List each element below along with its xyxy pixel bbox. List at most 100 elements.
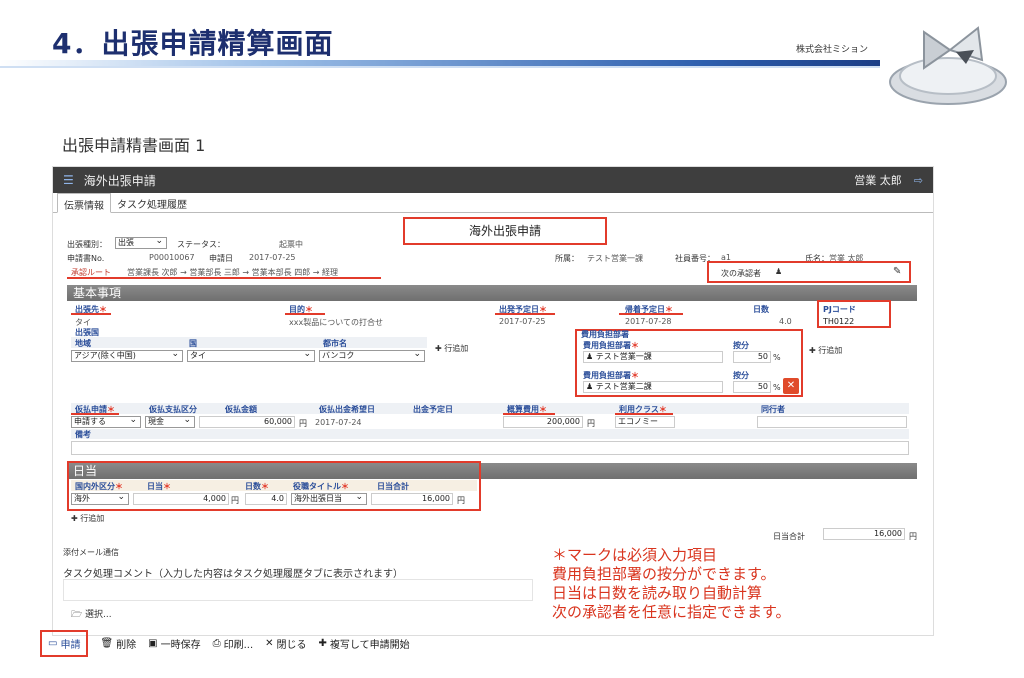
mail-label: 添付メール通信: [63, 548, 119, 557]
copy-start-button[interactable]: ✚ 複写して申請開始: [319, 636, 410, 651]
remarks-label: 備考: [75, 430, 91, 439]
advance-select[interactable]: 申請する: [71, 415, 141, 428]
cost-dept-label-2: 費用負担部署＊: [583, 371, 639, 380]
daily-days-label: 日数＊: [245, 482, 269, 491]
daily-title-label: 役職タイトル＊: [293, 482, 349, 491]
comment-field[interactable]: [63, 579, 533, 601]
advance-yen: 円: [299, 419, 307, 428]
daily-rate-yen: 円: [231, 496, 239, 505]
annotation-note: ＊マークは必須入力項目 費用負担部署の按分ができます。 日当は日数を読み取り自動…: [552, 546, 791, 622]
country-select[interactable]: タイ: [187, 349, 315, 362]
route-underline: [67, 277, 381, 279]
withdraw-date-label: 出金予定日: [413, 405, 453, 414]
select-file-button[interactable]: 🗁 選択...: [71, 607, 112, 623]
advance-amount-field[interactable]: 60,000: [199, 416, 295, 428]
tab-task-history[interactable]: タスク処理履歴: [111, 193, 193, 212]
bottom-toolbar: ▭ 申請 🗑 削除 ▣ 一時保存 ⎙ 印刷... ✕ 閉じる ✚ 複写して申請開始: [40, 630, 422, 657]
note-line-2: 費用負担部署の按分ができます。: [552, 565, 776, 583]
person-icon: ♟: [775, 267, 783, 276]
app-no-value: P00010067: [149, 253, 195, 262]
user-name: 営業 太郎: [854, 174, 902, 187]
return-value[interactable]: 2017-07-28: [625, 317, 672, 326]
cost-header: 費用負担部署: [581, 330, 629, 339]
country-col: 国: [189, 339, 197, 348]
budget-field[interactable]: 200,000: [503, 416, 583, 428]
daily-type-select[interactable]: 海外: [71, 492, 129, 505]
city-col: 都市名: [323, 339, 347, 348]
menu-icon[interactable]: ☰: [63, 173, 74, 187]
region-select[interactable]: アジア(除く中国): [71, 349, 183, 362]
purpose-underline: [285, 313, 325, 315]
delete-button[interactable]: 🗑 削除: [100, 636, 136, 651]
app-titlebar: ☰ 海外出張申請 営業 太郎 ⇨: [53, 167, 933, 193]
grand-total-label: 日当合計: [773, 532, 805, 541]
app-date-value: 2017-07-25: [249, 253, 296, 262]
remarks-header-row: [71, 429, 909, 439]
apply-button[interactable]: ▭ 申請: [40, 630, 89, 657]
note-line-1: ＊マークは必須入力項目: [552, 546, 718, 564]
remove-row-button[interactable]: ✕: [783, 378, 799, 394]
status-label: ステータス：: [177, 240, 225, 249]
ratio-field-1[interactable]: 50: [733, 351, 771, 363]
purpose-value[interactable]: xxx製品についての打合せ: [289, 317, 383, 328]
advance-method-label: 仮払支払区分: [149, 405, 197, 414]
company-logo-icon: [889, 26, 1007, 105]
close-icon: ✕: [265, 638, 274, 649]
city-select[interactable]: バンコク: [319, 349, 425, 362]
percent-1: %: [773, 353, 781, 362]
header-band-line: [0, 66, 880, 68]
app-no-label: 申請書No.: [67, 254, 105, 263]
daily-title-select[interactable]: 海外出張日当: [291, 492, 367, 505]
app-date-label: 申請日: [209, 254, 233, 263]
advance-date-label: 仮払出金希望日: [319, 405, 375, 414]
comment-label: タスク処理コメント（入力した内容はタスク処理履歴タブに表示されます）: [63, 569, 403, 580]
ratio-field-2[interactable]: 50: [733, 381, 771, 393]
add-row-region[interactable]: ✚ 行追加: [435, 343, 468, 354]
tab-bar: 伝票情報 タスク処理履歴: [53, 193, 933, 213]
cost-dept-field-1[interactable]: ♟ テスト営業一課: [583, 351, 723, 363]
depart-value[interactable]: 2017-07-25: [499, 317, 546, 326]
cost-dept-field-2[interactable]: ♟ テスト営業二課: [583, 381, 723, 393]
class-field[interactable]: エコノミー: [615, 416, 675, 428]
form-title: 海外出張申請: [403, 217, 607, 245]
daily-total-yen: 円: [457, 496, 465, 505]
print-button[interactable]: ⎙ 印刷...: [213, 636, 254, 651]
daily-header-row: [71, 480, 477, 491]
add-row-daily[interactable]: ✚ 行追加: [71, 513, 104, 524]
save-temp-button[interactable]: ▣ 一時保存: [148, 636, 200, 651]
trip-type-select[interactable]: 出張: [115, 236, 167, 249]
remarks-field[interactable]: [71, 441, 909, 455]
daily-total-field: 16,000: [371, 493, 453, 505]
next-approver-label: 次の承認者: [721, 269, 761, 278]
daily-type-label: 国内外区分＊: [75, 482, 123, 491]
budget-yen: 円: [587, 419, 595, 428]
daily-rate-field[interactable]: 4,000: [133, 493, 229, 505]
tab-voucher-info[interactable]: 伝票情報: [57, 193, 111, 213]
eraser-icon[interactable]: ✎: [893, 266, 901, 277]
status-value: 起票中: [279, 240, 303, 249]
daily-total-label: 日当合計: [377, 482, 409, 491]
days-label: 日数: [753, 305, 769, 314]
pj-code-value[interactable]: TH0122: [823, 317, 854, 326]
depart-underline: [495, 313, 555, 315]
ratio-label-2: 按分: [733, 371, 749, 380]
screen-subtitle: 出張申請精書画面 1: [62, 136, 206, 155]
grand-total-yen: 円: [909, 532, 917, 541]
plus-icon: ✚: [318, 638, 327, 649]
add-row-cost[interactable]: ✚ 行追加: [809, 345, 842, 356]
return-underline: [619, 313, 683, 315]
trash-icon: 🗑: [100, 638, 114, 649]
dest-underline: [71, 313, 111, 315]
region-col: 地域: [75, 339, 91, 348]
daily-days-field[interactable]: 4.0: [245, 493, 287, 505]
basic-section-header: 基本事項: [67, 285, 917, 301]
advance-date-value[interactable]: 2017-07-24: [315, 418, 362, 427]
window-title: 海外出張申請: [83, 173, 156, 188]
dept-label: 所属：: [555, 254, 579, 263]
app-window: ☰ 海外出張申請 営業 太郎 ⇨ 伝票情報 タスク処理履歴 海外出張申請 出張種…: [52, 166, 934, 636]
close-button[interactable]: ✕ 閉じる: [265, 636, 306, 651]
advance-method-select[interactable]: 現金: [145, 415, 195, 428]
companion-field[interactable]: [757, 416, 907, 428]
logout-icon[interactable]: ⇨: [914, 174, 923, 187]
trip-type-label: 出張種別：: [67, 240, 107, 249]
